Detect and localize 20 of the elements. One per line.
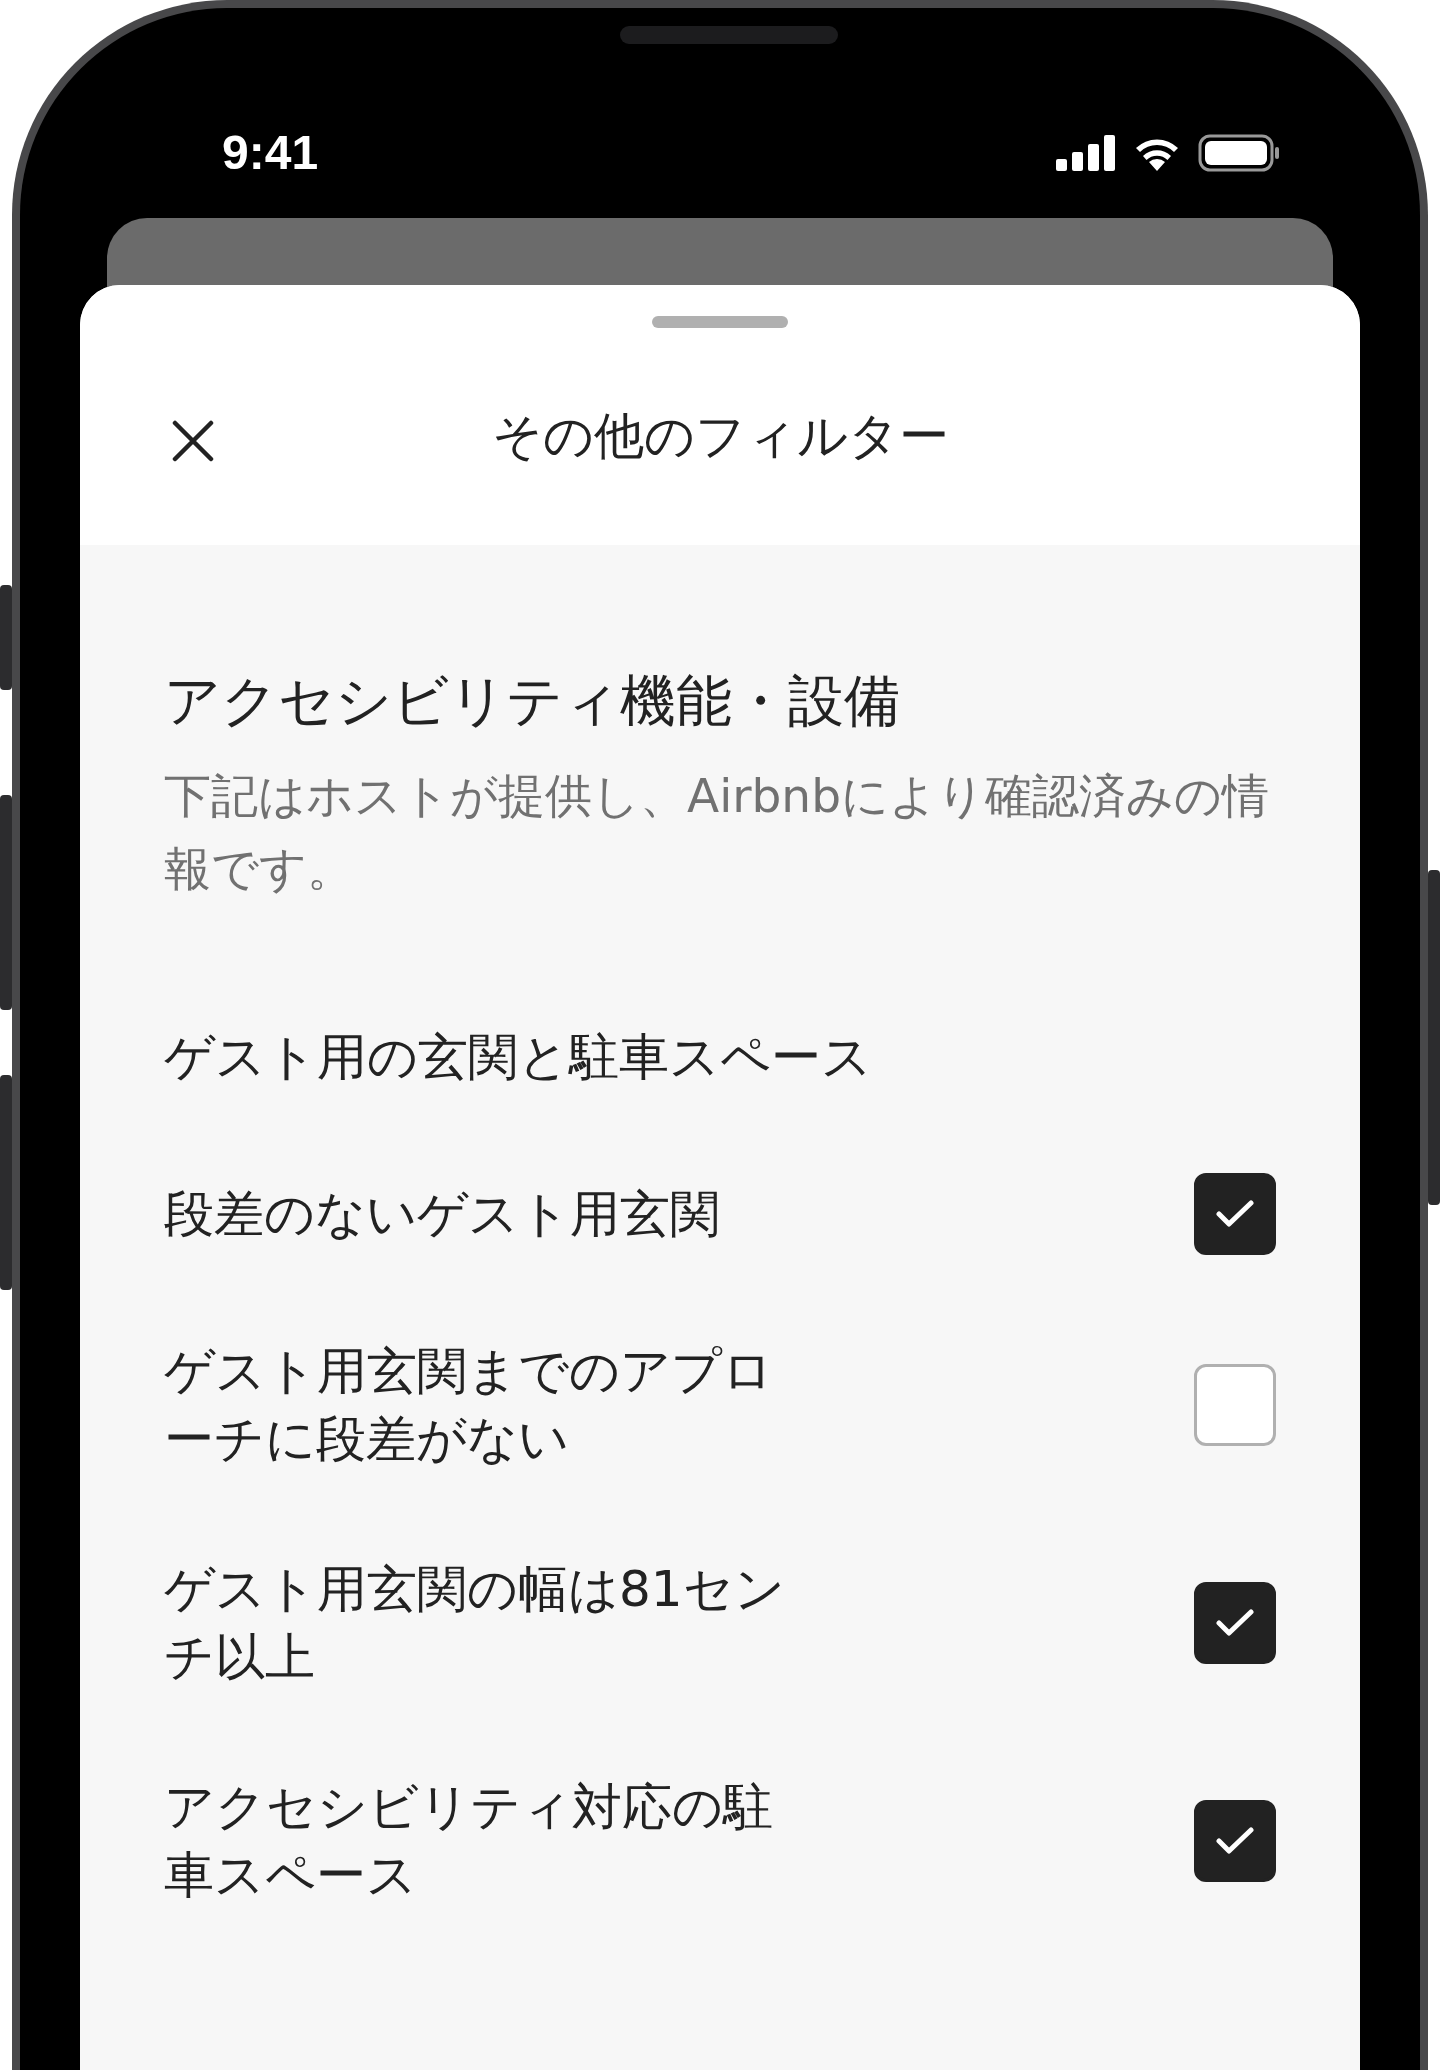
- option-label: ゲスト用玄関の幅は81センチ以上: [164, 1559, 786, 1688]
- option-label: 段差のないゲスト用玄関: [164, 1184, 721, 1245]
- drag-handle[interactable]: [652, 316, 788, 328]
- checkbox[interactable]: [1194, 1364, 1276, 1446]
- sheet-title: その他のフィルター: [491, 406, 949, 467]
- checkbox[interactable]: [1194, 1173, 1276, 1255]
- signal-icon: [1056, 135, 1116, 171]
- checkbox[interactable]: [1194, 1582, 1276, 1664]
- checkbox[interactable]: [1194, 1800, 1276, 1882]
- section-title: アクセシビリティ機能・設備: [164, 667, 901, 735]
- status-time: 9:41: [222, 125, 319, 181]
- check-icon: [1216, 1199, 1254, 1229]
- option-label: アクセシビリティ対応の駐車スペース: [164, 1777, 774, 1906]
- section-description: 下記はホストが提供し、Airbnbにより確認済みの情報です。: [164, 767, 1270, 898]
- option-label: ゲスト用玄関までのアプローチに段差がない: [164, 1341, 774, 1470]
- check-icon: [1216, 1826, 1254, 1856]
- battery-icon: [1198, 134, 1280, 172]
- group-title: ゲスト用の玄関と駐車スペース: [164, 1027, 873, 1088]
- close-icon: [172, 420, 214, 462]
- check-icon: [1216, 1608, 1254, 1638]
